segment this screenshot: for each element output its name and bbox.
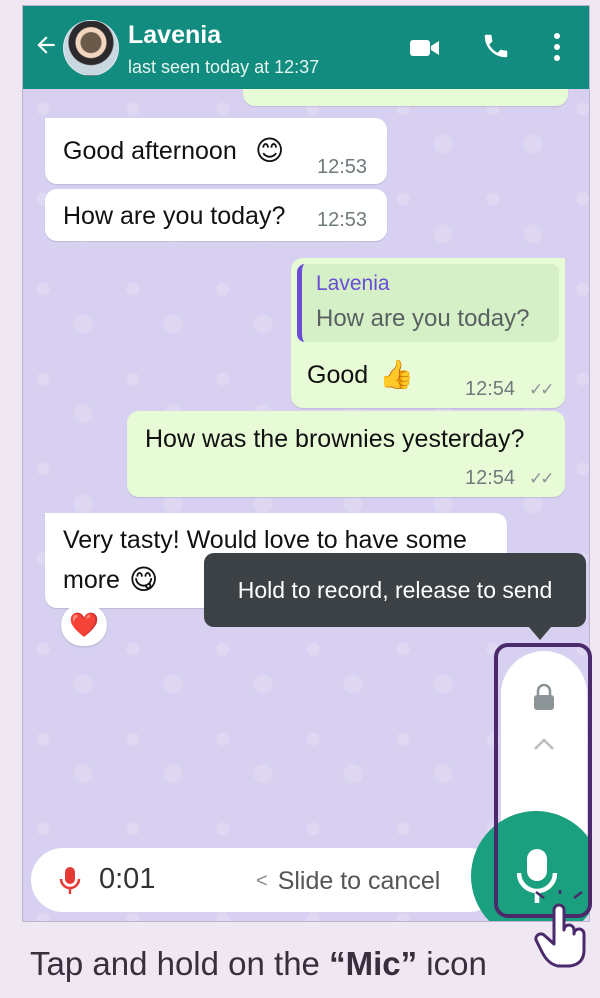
incoming-message[interactable]: Good afternoon 😊 12:53 bbox=[45, 118, 387, 184]
avatar[interactable] bbox=[63, 20, 119, 76]
last-seen-status: last seen today at 12:37 bbox=[128, 57, 320, 77]
message-text-line2: more bbox=[63, 566, 120, 594]
message-text: Good afternoon bbox=[63, 137, 237, 165]
tutorial-highlight bbox=[494, 643, 592, 918]
incoming-message[interactable]: How are you today? 12:53 bbox=[45, 189, 387, 241]
quote-text: How are you today? bbox=[316, 305, 530, 332]
message-text-line1: Very tasty! Would love to have some bbox=[63, 526, 467, 554]
more-vert-icon[interactable] bbox=[547, 30, 567, 64]
thumbs-up-emoji-icon: 👍 bbox=[379, 359, 414, 390]
caption-text-after: icon bbox=[417, 945, 487, 982]
heart-reaction[interactable]: ❤️ bbox=[61, 604, 107, 646]
contact-name[interactable]: Lavenia bbox=[128, 21, 221, 50]
message-time: 12:53 bbox=[317, 156, 368, 178]
caption-bold-mic: “Mic” bbox=[329, 945, 418, 982]
back-arrow-icon[interactable] bbox=[33, 32, 59, 58]
recording-mic-icon bbox=[59, 867, 81, 894]
yum-emoji-icon: 😋 bbox=[129, 564, 159, 595]
message-text: How was the brownies yesterday? bbox=[145, 425, 525, 453]
chevron-left-icon: < bbox=[256, 870, 268, 892]
message-time: 12:54 bbox=[465, 467, 516, 489]
quote-author: Lavenia bbox=[316, 272, 390, 295]
slide-to-cancel[interactable]: < Slide to cancel bbox=[256, 867, 440, 896]
recording-timer: 0:01 bbox=[99, 863, 156, 895]
hand-pointer-icon bbox=[534, 890, 586, 968]
outgoing-message[interactable]: How was the brownies yesterday? 12:54 ✓✓ bbox=[127, 411, 565, 497]
heart-icon: ❤️ bbox=[69, 612, 99, 639]
outgoing-reply-message[interactable]: Lavenia How are you today? Good 👍 12:54 … bbox=[291, 258, 565, 408]
caption-text-before: Tap and hold on the bbox=[30, 945, 330, 982]
smile-emoji-icon: 😊 bbox=[255, 135, 285, 166]
message-text: Good bbox=[307, 361, 369, 389]
tooltip-text: Hold to record, release to send bbox=[237, 576, 553, 603]
message-time: 12:53 bbox=[317, 209, 368, 231]
message-time: 12:54 bbox=[465, 378, 516, 400]
recording-bar: 0:01 < Slide to cancel bbox=[31, 848, 501, 912]
double-tick-icon: ✓✓ bbox=[529, 380, 554, 399]
phone-icon[interactable] bbox=[481, 31, 511, 61]
tooltip-arrow bbox=[528, 626, 552, 640]
video-call-icon[interactable] bbox=[408, 33, 442, 63]
quoted-message[interactable]: Lavenia How are you today? bbox=[297, 264, 559, 342]
instruction-caption: Tap and hold on the “Mic” icon bbox=[30, 945, 487, 983]
slide-to-cancel-label: Slide to cancel bbox=[277, 867, 441, 895]
record-tooltip: Hold to record, release to send bbox=[204, 553, 586, 627]
double-tick-icon: ✓✓ bbox=[529, 469, 554, 488]
message-text: How are you today? bbox=[63, 202, 286, 230]
chat-header: Lavenia last seen today at 12:37 bbox=[23, 6, 589, 89]
